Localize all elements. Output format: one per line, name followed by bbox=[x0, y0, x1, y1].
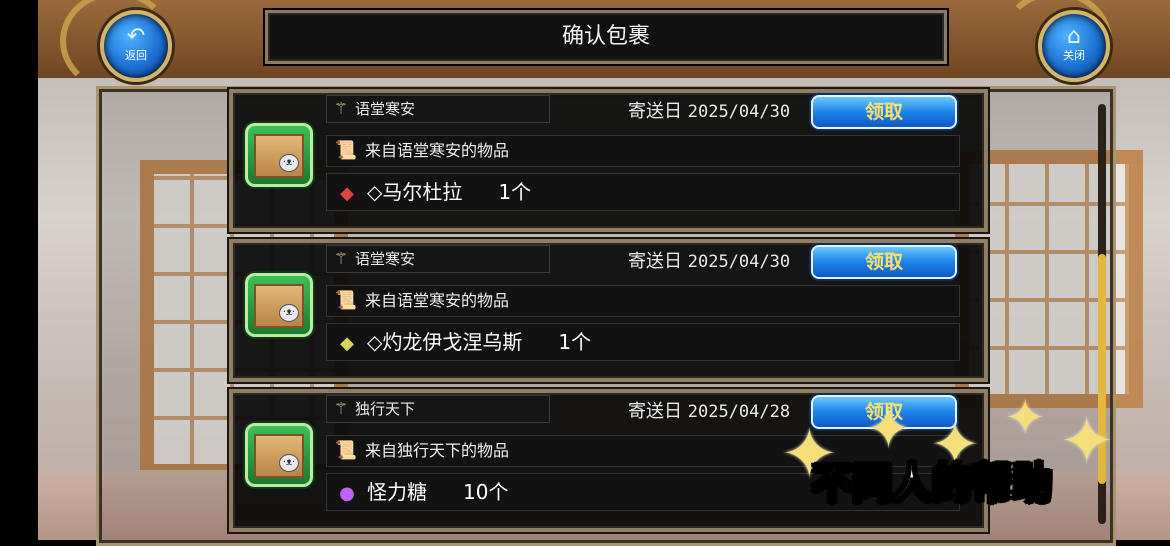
send-date-label: 寄送日 bbox=[628, 401, 682, 422]
overlay-caption: 不同人的帮助 bbox=[811, 460, 1053, 508]
item-quantity: 1个 bbox=[558, 330, 592, 354]
back-button-label: 返回 bbox=[125, 49, 147, 62]
item-name: ◇灼龙伊戈涅乌斯 bbox=[367, 330, 523, 354]
sender-field: ⚚ 独行天下 bbox=[326, 395, 550, 423]
sender-field: ⚚ 语堂寒安 bbox=[326, 245, 550, 273]
candy-icon: ● bbox=[339, 483, 355, 504]
letter-scroll-icon: 📜 bbox=[334, 140, 358, 161]
back-arrow-icon: ↶ bbox=[126, 24, 146, 49]
winged-staff-icon: ⚚ bbox=[333, 399, 349, 418]
letter-scroll-icon: 📜 bbox=[334, 290, 358, 311]
cat-face-icon: ·ᴥ· bbox=[279, 154, 299, 172]
item-quantity: 10个 bbox=[463, 480, 509, 504]
item-name: ◇马尔杜拉 bbox=[367, 180, 463, 204]
close-button[interactable]: ⌂ 关闭 bbox=[1038, 10, 1110, 82]
send-date-value: 2025/04/28 bbox=[687, 402, 791, 422]
send-date: 寄送日 2025/04/30 bbox=[628, 245, 790, 279]
letter-scroll-icon: 📜 bbox=[334, 440, 358, 461]
home-icon: ⌂ bbox=[1067, 24, 1081, 49]
star-icon: ✦ bbox=[1005, 390, 1046, 446]
description-text: 来自语堂寒安的物品 bbox=[365, 141, 510, 160]
sender-field: ⚚ 语堂寒安 bbox=[326, 95, 550, 123]
claim-button[interactable]: 领取 bbox=[811, 95, 957, 129]
package-icon: ·ᴥ· bbox=[245, 123, 313, 187]
package-icon: ·ᴥ· bbox=[245, 273, 313, 337]
blade-icon: ◆ bbox=[340, 333, 354, 354]
item-row: ◆ ◇灼龙伊戈涅乌斯 1个 bbox=[326, 323, 960, 361]
description-text: 来自独行天下的物品 bbox=[365, 441, 510, 460]
winged-staff-icon: ⚚ bbox=[333, 99, 349, 118]
send-date: 寄送日 2025/04/30 bbox=[628, 95, 790, 129]
page-title: 确认包裹 bbox=[265, 10, 947, 64]
parcel-description: 📜 来自语堂寒安的物品 bbox=[326, 135, 960, 167]
left-edge bbox=[0, 0, 38, 540]
send-date-value: 2025/04/30 bbox=[687, 252, 791, 272]
send-date-label: 寄送日 bbox=[628, 251, 682, 272]
package-icon: ·ᴥ· bbox=[245, 423, 313, 487]
sender-name: 独行天下 bbox=[355, 400, 416, 418]
parcel-card: ·ᴥ· ⚚ 语堂寒安 寄送日 2025/04/30 领取 📜 来自语堂寒安的物品 ◆… bbox=[229, 239, 988, 382]
item-name: 怪力糖 bbox=[367, 480, 427, 504]
cat-face-icon: ·ᴥ· bbox=[279, 304, 299, 322]
close-button-label: 关闭 bbox=[1063, 49, 1085, 62]
sender-name: 语堂寒安 bbox=[355, 100, 416, 118]
parcel-card: ·ᴥ· ⚚ 语堂寒安 寄送日 2025/04/30 领取 📜 来自语堂寒安的物品 ◆… bbox=[229, 89, 988, 232]
back-button[interactable]: ↶ 返回 bbox=[100, 10, 172, 82]
star-icon: ✦ bbox=[865, 397, 912, 462]
blade-icon: ◆ bbox=[340, 183, 354, 204]
star-icon: ✦ bbox=[1060, 405, 1114, 479]
sender-name: 语堂寒安 bbox=[355, 250, 416, 268]
claim-button[interactable]: 领取 bbox=[811, 245, 957, 279]
send-date-label: 寄送日 bbox=[628, 101, 682, 122]
send-date-value: 2025/04/30 bbox=[687, 102, 791, 122]
parcel-description: 📜 来自语堂寒安的物品 bbox=[326, 285, 960, 317]
winged-staff-icon: ⚚ bbox=[333, 249, 349, 268]
item-quantity: 1个 bbox=[498, 180, 532, 204]
cat-face-icon: ·ᴥ· bbox=[279, 454, 299, 472]
item-row: ◆ ◇马尔杜拉 1个 bbox=[326, 173, 960, 211]
description-text: 来自语堂寒安的物品 bbox=[365, 291, 510, 310]
send-date: 寄送日 2025/04/28 bbox=[628, 395, 790, 429]
